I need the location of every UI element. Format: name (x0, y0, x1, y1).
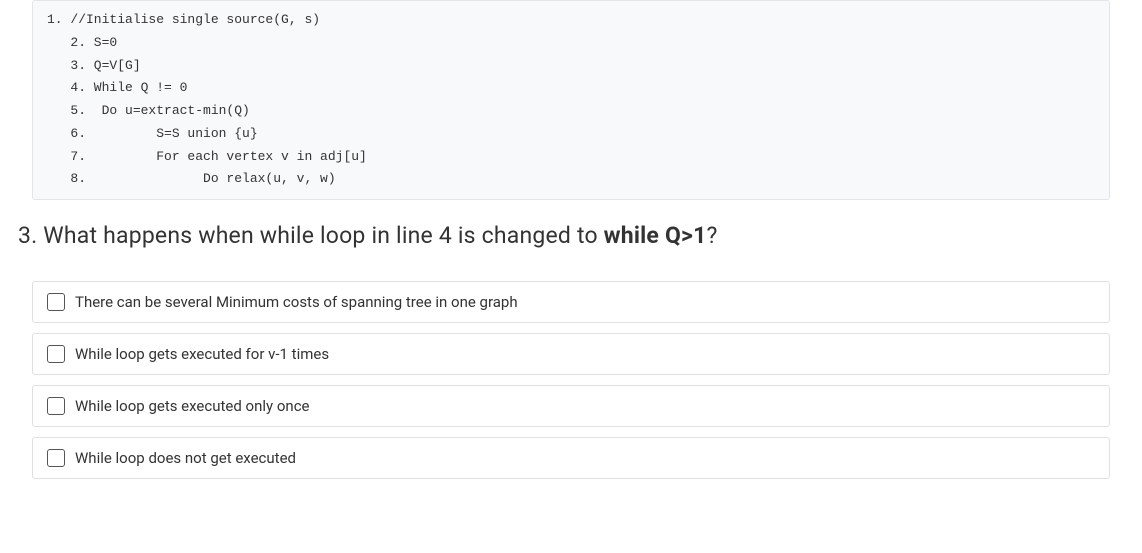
option-label: While loop does not get executed (75, 449, 296, 467)
question-bold: while Q>1 (604, 222, 707, 249)
code-line: 2. S=0 (47, 35, 117, 50)
code-line: 1. //Initialise single source(G, s) (47, 12, 320, 27)
question-heading: 3. What happens when while loop in line … (18, 222, 1142, 249)
option-row[interactable]: While loop gets executed only once (32, 385, 1110, 427)
option-row[interactable]: There can be several Minimum costs of sp… (32, 281, 1110, 323)
options-container: There can be several Minimum costs of sp… (32, 281, 1110, 479)
code-line: 5. Do u=extract-min(Q) (47, 103, 250, 118)
option-row[interactable]: While loop gets executed for v-1 times (32, 333, 1110, 375)
option-label: While loop gets executed for v-1 times (75, 345, 329, 363)
option-label: There can be several Minimum costs of sp… (75, 293, 518, 311)
code-line: 8. Do relax(u, v, w) (47, 171, 336, 186)
question-text-after: ? (706, 222, 717, 249)
code-block: 1. //Initialise single source(G, s) 2. S… (32, 0, 1110, 200)
question-text-before: What happens when while loop in line 4 i… (37, 222, 603, 249)
option-label: While loop gets executed only once (75, 397, 310, 415)
option-row[interactable]: While loop does not get executed (32, 437, 1110, 479)
checkbox-icon[interactable] (47, 397, 65, 415)
checkbox-icon[interactable] (47, 345, 65, 363)
code-line: 4. While Q != 0 (47, 80, 187, 95)
code-line: 6. S=S union {u} (47, 126, 258, 141)
code-line: 3. Q=V[G] (47, 58, 141, 73)
code-line: 7. For each vertex v in adj[u] (47, 149, 367, 164)
checkbox-icon[interactable] (47, 449, 65, 467)
checkbox-icon[interactable] (47, 293, 65, 311)
question-number: 3. (18, 222, 37, 249)
